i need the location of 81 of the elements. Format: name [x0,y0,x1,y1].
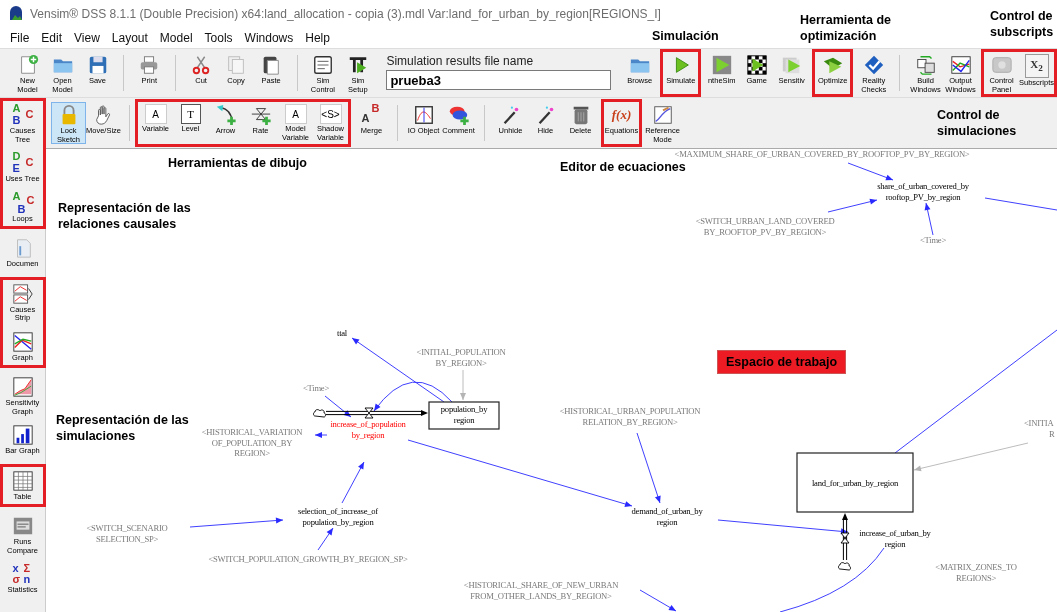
subscript-icon: X$_{2}$ [1024,54,1049,78]
menu-item[interactable]: File [4,31,36,45]
runs-compare-icon [11,515,34,537]
boxed-play-icon [710,54,733,76]
list-window-icon [311,54,334,76]
menu-item[interactable]: Windows [238,31,300,45]
link-arrow [827,198,878,213]
menu-item[interactable]: Tools [198,31,239,45]
annotation-label: Control de subscripts [990,8,1054,40]
bracket-letter-icon: <S> [319,104,342,124]
annotation-label: Editor de ecuaciones [560,159,686,175]
stock-label: land_for_urban_by_region [811,478,899,488]
stock-box [428,401,500,430]
field-label: Simulation results file name [386,54,535,68]
flow-rate-label: increase_of_population by_region [330,419,406,440]
window-title: Vensim® DSS 8.1.1 (Double Precision) x64:land_allocation - copia (3).mdl Var:land_for_urban_by_region[REGIONS_I] [30,7,661,21]
link-arrow [314,432,328,438]
stock-label: population_by region [440,404,488,425]
rising-chart-icon [11,376,34,398]
shadow-variable-label: <MAXIMUM_SHARE_OF_URBAN_COVERED_BY_ROOFTOP_PV_BY_REGION> [674,149,970,159]
annotation-label: Simulación [652,28,719,44]
link-arrow [460,369,466,401]
shadow-variable-label: <SWITCH_POPULATION_GROWTH_BY_REGION_SP> [208,554,408,564]
shadow-variable-label: <SWITCH_URBAN_LAND_COVERED BY_ROOFTOP_PV_BY_REGION> [695,216,835,237]
shadow-variable-label: <SWITCH_SCENARIO SELECTION_SP> [86,523,168,544]
annotation-label: Herramienta de optimización [800,12,891,44]
chart-strip-icon [11,282,34,305]
table-grid-icon [11,469,34,492]
menu-item[interactable]: Edit [35,31,69,45]
chart-box-icon [412,104,435,126]
menu-item[interactable]: Help [299,31,336,45]
annotation-label: Representación de las relaciones causales [58,200,191,232]
cloud-icon [838,562,851,571]
checkered-play-icon [745,54,768,76]
line-chart-icon [949,54,972,76]
link-arrow [639,589,677,612]
link-arrow [317,527,334,551]
variable-label: ttal [337,328,347,338]
flow-pipe [842,513,848,561]
shadow-variable-label: <HISTORICAL_VARIATION OF_POPULATION_BY REGION> [201,427,303,458]
annotation-label: Representación de las simulaciones [56,412,189,444]
shadow-variable-label: <INITIA R [1024,418,1055,439]
flow-rate-label: increase_of_urban_by region [859,528,931,549]
shadow-variable-label: <HISTORICAL_SHARE_OF_NEW_URBAN FROM_OTHER_LANDS_BY_REGION> [463,580,619,601]
annotation-label: Control de simulaciones [937,107,1017,139]
menu-item[interactable]: Layout [105,31,154,45]
link-arrow [847,162,894,181]
annotation-label: Herramientas de dibujo [168,155,307,171]
annotation-badge: Espacio de trabajo [717,350,847,374]
shadow-variable-label: <Time> [303,383,329,393]
letter-plus-icon: A [284,104,307,124]
bar-chart-icon [11,424,34,446]
checkmark-icon [862,54,885,76]
variable-label: selection_of_increase_of population_by_region [298,506,378,527]
flow-valve-icon [840,532,850,544]
statistics-symbols-icon: x Σ σ n [11,563,34,585]
boxed-letter-icon: T [180,104,201,124]
flow-valve-icon [364,407,374,419]
link-arrow [924,202,934,236]
letter-plus-icon: A [144,104,167,124]
link-arrow [341,461,365,504]
app-logo-icon [8,6,24,22]
function-icon: f(x) [608,104,635,126]
shadow-variable-label: <Time> [920,235,946,245]
merge-letters-icon: A B [360,104,383,126]
link-arrow [636,432,661,504]
menu-item[interactable]: View [68,31,106,45]
variable-label: demand_of_urban_by region [631,506,703,527]
speech-bubbles-icon [447,104,470,126]
file-name-field[interactable]: prueba3 [386,70,612,90]
cloud-icon [313,409,326,418]
crossing-lines-chart-icon [11,330,34,353]
dial-panel-icon [990,54,1013,76]
variable-label: share_of_urban_covered_by rooftop_PV_by_region [877,181,969,202]
shadow-variable-label: <MATRIX_ZONES_TO REGIONS> [935,562,1017,583]
curve-chart-icon [651,104,674,126]
shadow-variable-label: <HISTORICAL_URBAN_POPULATION RELATION_BY_REGION> [559,406,701,427]
windows-icon [914,54,937,76]
menu-item[interactable]: Model [153,31,199,45]
shadow-variable-label: <INITIAL_POPULATION BY_REGION> [416,347,506,368]
letter-loop-icon: A B C [11,191,34,214]
